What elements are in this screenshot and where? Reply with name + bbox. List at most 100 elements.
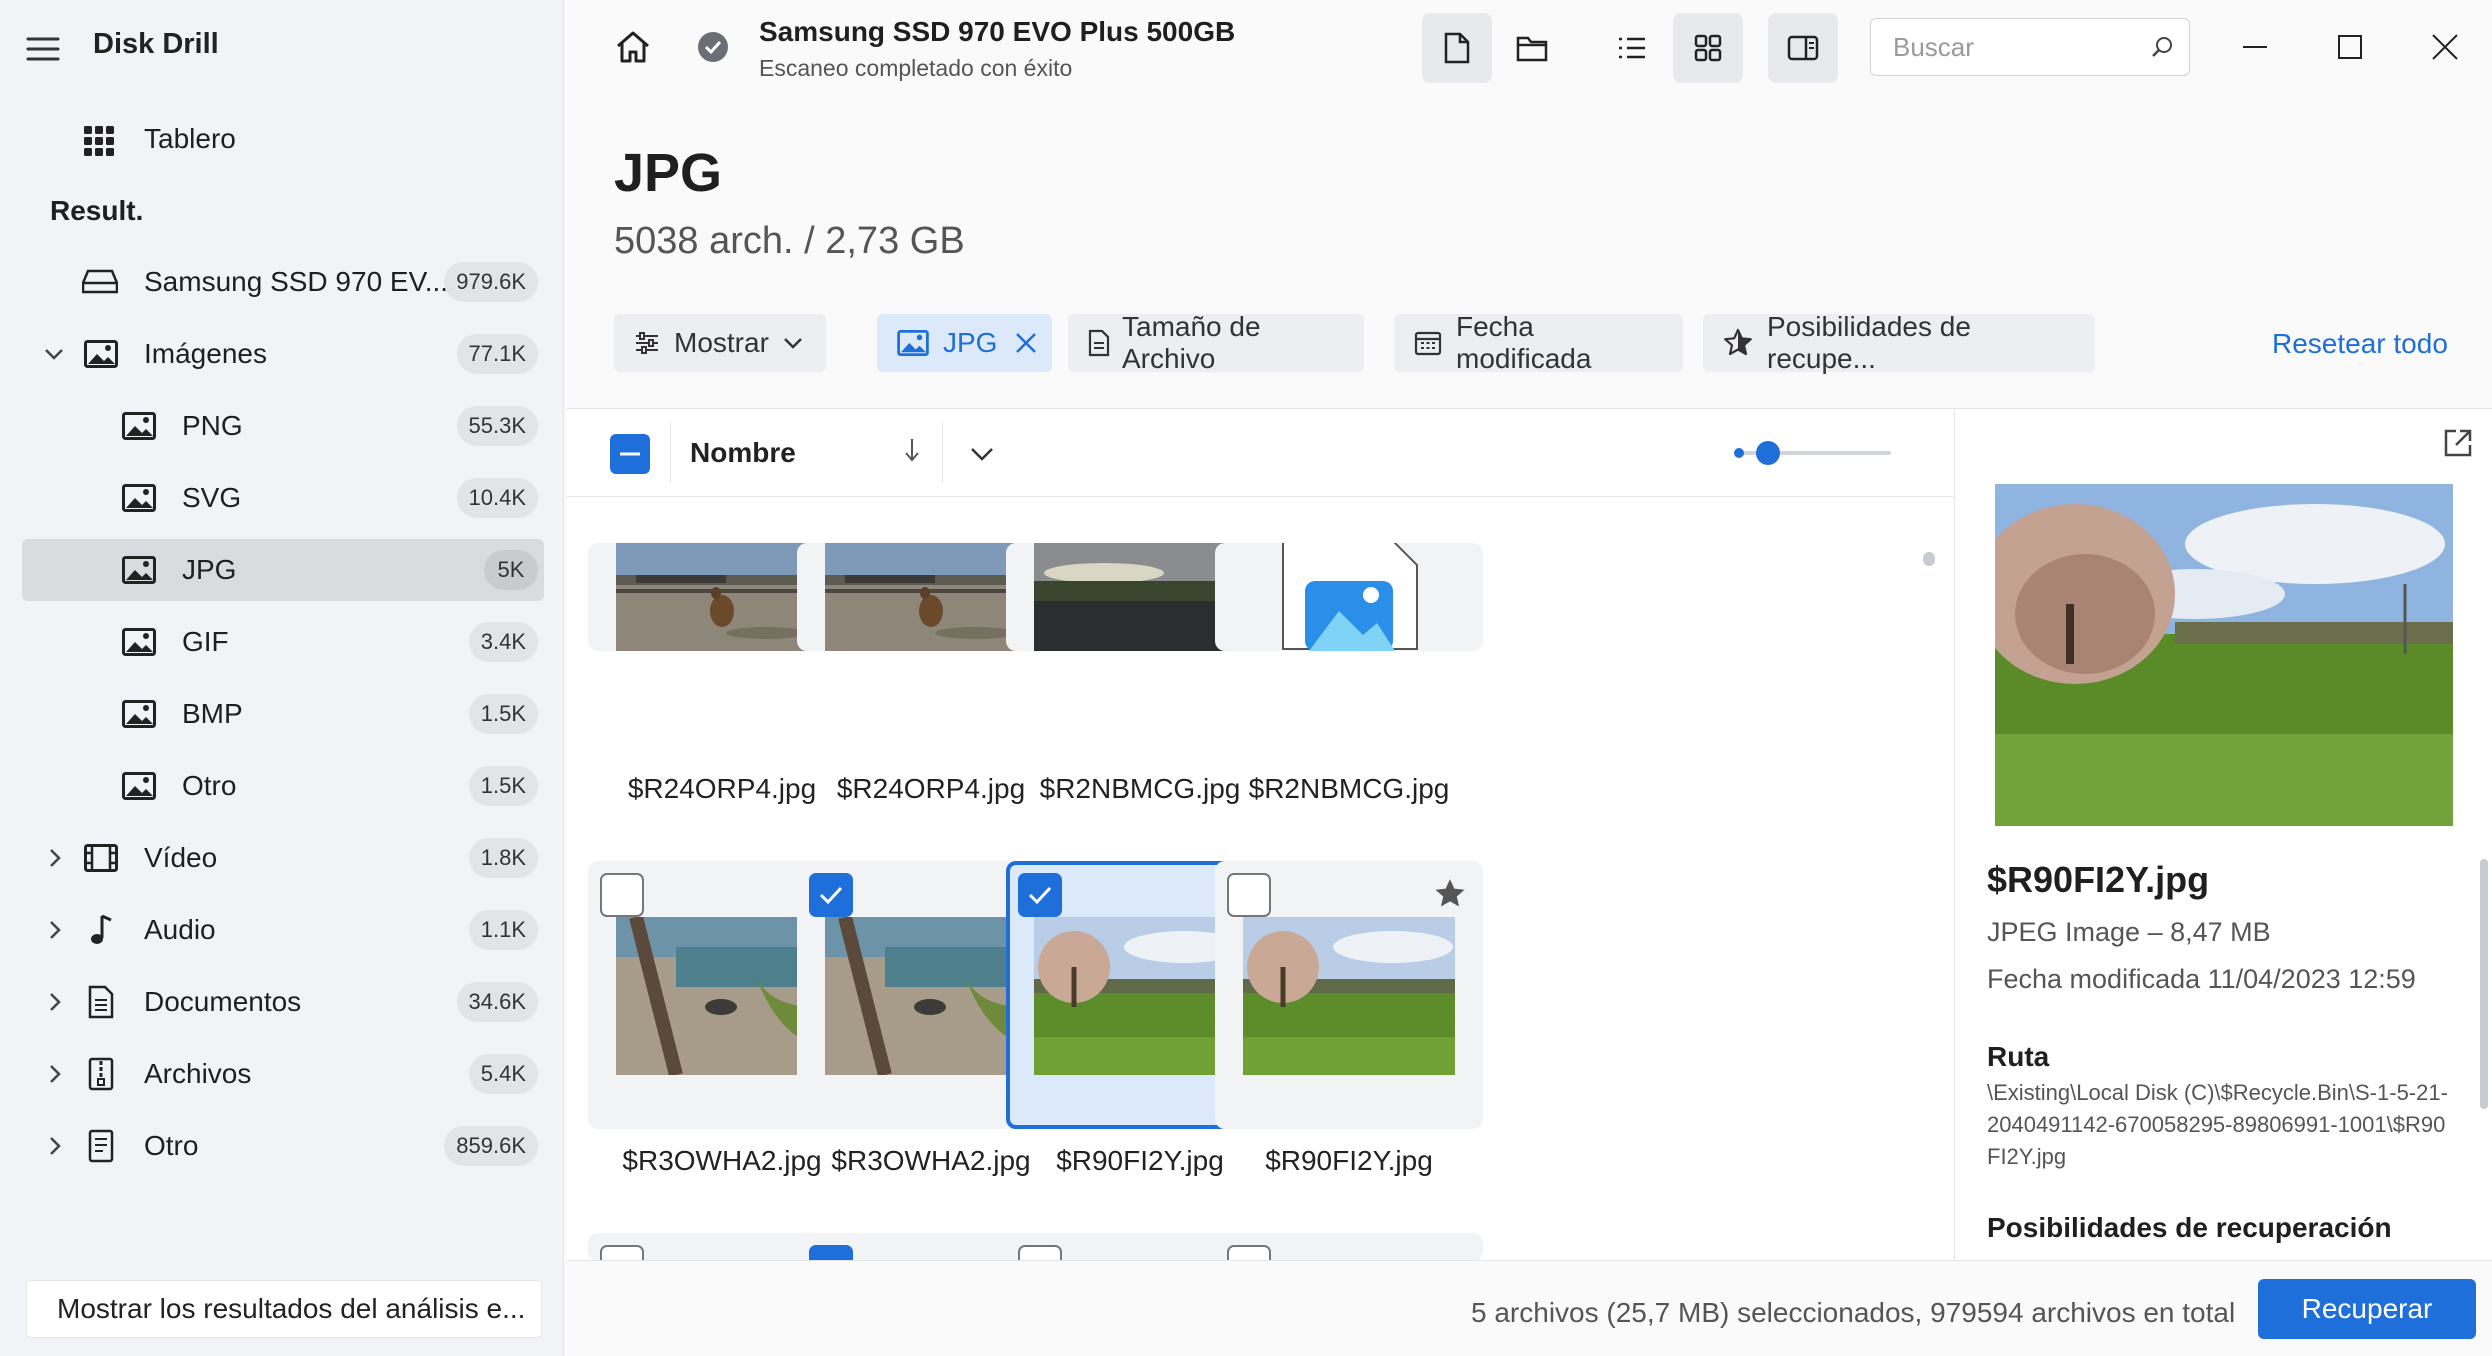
sidebar-item-images[interactable]: Imágenes 77.1K: [22, 323, 544, 385]
top-bar: Samsung SSD 970 EVO Plus 500GB Escaneo c…: [565, 0, 2492, 100]
count-badge: 55.3K: [456, 406, 538, 446]
sidebar-item-label: Otro: [182, 770, 237, 801]
file-icon: [1444, 32, 1470, 64]
chevron-right-icon[interactable]: [48, 920, 62, 940]
count-badge: 1.5K: [468, 694, 538, 734]
list-view-button[interactable]: [1597, 13, 1667, 83]
maximize-button[interactable]: [2325, 22, 2375, 72]
sidebar-item-label: JPG: [182, 554, 237, 585]
chevron-right-icon[interactable]: [48, 1136, 62, 1156]
search-input[interactable]: Buscar: [1870, 18, 2190, 76]
chevron-right-icon[interactable]: [48, 848, 62, 868]
recovery-chances-filter-button[interactable]: Posibilidades de recupe...: [1703, 311, 2095, 374]
file-card[interactable]: [1215, 861, 1483, 1129]
chevron-right-icon[interactable]: [48, 1064, 62, 1084]
sidebar-item-gif[interactable]: GIF 3.4K: [22, 611, 544, 673]
reset-all-link[interactable]: Resetear todo: [2272, 328, 2448, 360]
sidebar-item-other[interactable]: Otro 859.6K: [22, 1115, 544, 1177]
file-size-filter-button[interactable]: Tamaño de Archivo: [1068, 311, 1364, 374]
preview-panel: $R90FI2Y.jpg JPEG Image – 8,47 MB Fecha …: [1954, 408, 2492, 1260]
file-checkbox[interactable]: [600, 873, 644, 917]
select-all-checkbox[interactable]: [610, 434, 650, 474]
close-icon[interactable]: [1015, 332, 1037, 354]
file-checkbox[interactable]: [1227, 1245, 1271, 1261]
menu-icon[interactable]: [26, 36, 60, 62]
star-icon: [1433, 877, 1467, 911]
results-heading: Result.: [50, 195, 144, 226]
sidebar-item-audio[interactable]: Audio 1.1K: [22, 899, 544, 961]
sidebar-item-label: Tablero: [144, 123, 236, 154]
recover-button[interactable]: Recuperar: [2258, 1279, 2476, 1339]
file-checkbox[interactable]: [809, 1245, 853, 1261]
preview-pane-button[interactable]: [1768, 13, 1838, 83]
show-filter-button[interactable]: Mostrar: [614, 314, 826, 372]
sidebar-item-archives[interactable]: Archivos 5.4K: [22, 1043, 544, 1105]
scrollbar-thumb[interactable]: [1923, 552, 1935, 566]
chevron-right-icon[interactable]: [48, 992, 62, 1012]
film-icon: [84, 844, 118, 872]
scan-status: Escaneo completado con éxito: [759, 55, 1073, 81]
file-checkbox[interactable]: [1018, 1245, 1062, 1261]
chevron-down-icon[interactable]: [44, 347, 64, 361]
device-title: Samsung SSD 970 EVO Plus 500GB: [759, 16, 1236, 47]
close-button[interactable]: [2420, 22, 2470, 72]
slider-handle[interactable]: [1756, 441, 1780, 465]
close-icon: [2432, 34, 2458, 60]
sidebar-item-label: Documentos: [144, 986, 302, 1017]
minimize-button[interactable]: [2230, 22, 2280, 72]
count-badge: 34.6K: [456, 982, 538, 1022]
file-checkbox[interactable]: [600, 1245, 644, 1261]
count-badge: 859.6K: [444, 1126, 538, 1166]
sidebar-item-label: Samsung SSD 970 EV...: [144, 266, 449, 297]
count-badge: 1.1K: [468, 910, 538, 950]
open-external-icon[interactable]: [2442, 427, 2474, 459]
sidebar-item-dashboard[interactable]: Tablero: [22, 108, 544, 170]
image-icon: [84, 340, 118, 368]
file-card[interactable]: [1215, 543, 1483, 651]
minimize-icon: [2243, 45, 2267, 49]
sidebar-item-svg[interactable]: SVG 10.4K: [22, 467, 544, 529]
column-header: Nombre: [566, 409, 1954, 497]
sidebar-item-other-images[interactable]: Otro 1.5K: [22, 755, 544, 817]
file-view-button[interactable]: [1422, 13, 1492, 83]
file-size-filter-label: Tamaño de Archivo: [1122, 311, 1261, 374]
sidebar-item-bmp[interactable]: BMP 1.5K: [22, 683, 544, 745]
show-filter-label: Mostrar: [674, 327, 769, 358]
sidebar-item-label: Otro: [144, 1130, 199, 1161]
file-name: $R2NBMCG.jpg: [1248, 773, 1450, 804]
file-icon: [88, 1129, 114, 1163]
show-scan-results-button[interactable]: Mostrar los resultados del análisis e...: [26, 1280, 542, 1338]
sidebar-item-label: Imágenes: [144, 338, 267, 369]
sidebar: Disk Drill Tablero Result. Samsung SSD 9…: [0, 0, 564, 1356]
sidebar-item-documents[interactable]: Documentos 34.6K: [22, 971, 544, 1033]
file-checkbox[interactable]: [1227, 873, 1271, 917]
date-filter-label: Fecha modificada: [1456, 311, 1592, 374]
list-icon: [1617, 36, 1647, 60]
date-filter-button[interactable]: Fecha modificada: [1394, 311, 1683, 374]
sidebar-item-video[interactable]: Vídeo 1.8K: [22, 827, 544, 889]
preview-file-name: $R90FI2Y.jpg: [1987, 859, 2210, 900]
sort-column-name[interactable]: Nombre: [690, 437, 796, 469]
file-card[interactable]: [1215, 1233, 1483, 1261]
file-checkbox[interactable]: [809, 873, 853, 917]
chevron-down-icon[interactable]: [970, 447, 994, 461]
app-title: Disk Drill: [93, 28, 219, 60]
sidebar-item-drive[interactable]: Samsung SSD 970 EV... 979.6K: [22, 251, 544, 313]
folder-view-button[interactable]: [1497, 13, 1567, 83]
file-checkbox[interactable]: [1018, 873, 1062, 917]
selection-summary: 5 archivos (25,7 MB) seleccionados, 9795…: [1471, 1297, 2236, 1328]
search-icon[interactable]: [2150, 35, 2174, 59]
sort-down-arrow-icon[interactable]: [904, 437, 920, 463]
count-badge: 1.8K: [468, 838, 538, 878]
slider-min-dot: [1734, 448, 1744, 458]
chevron-down-icon: [783, 337, 803, 349]
sidebar-item-jpg[interactable]: JPG 5K: [22, 539, 544, 601]
home-icon[interactable]: [615, 30, 651, 64]
grid-view-button[interactable]: [1673, 13, 1743, 83]
jpg-filter-chip[interactable]: JPG: [877, 314, 1052, 372]
page-title: JPG: [614, 143, 723, 203]
preview-scrollbar[interactable]: [2480, 859, 2488, 1109]
sidebar-item-png[interactable]: PNG 55.3K: [22, 395, 544, 457]
archive-icon: [88, 1057, 114, 1091]
divider: [670, 423, 671, 483]
